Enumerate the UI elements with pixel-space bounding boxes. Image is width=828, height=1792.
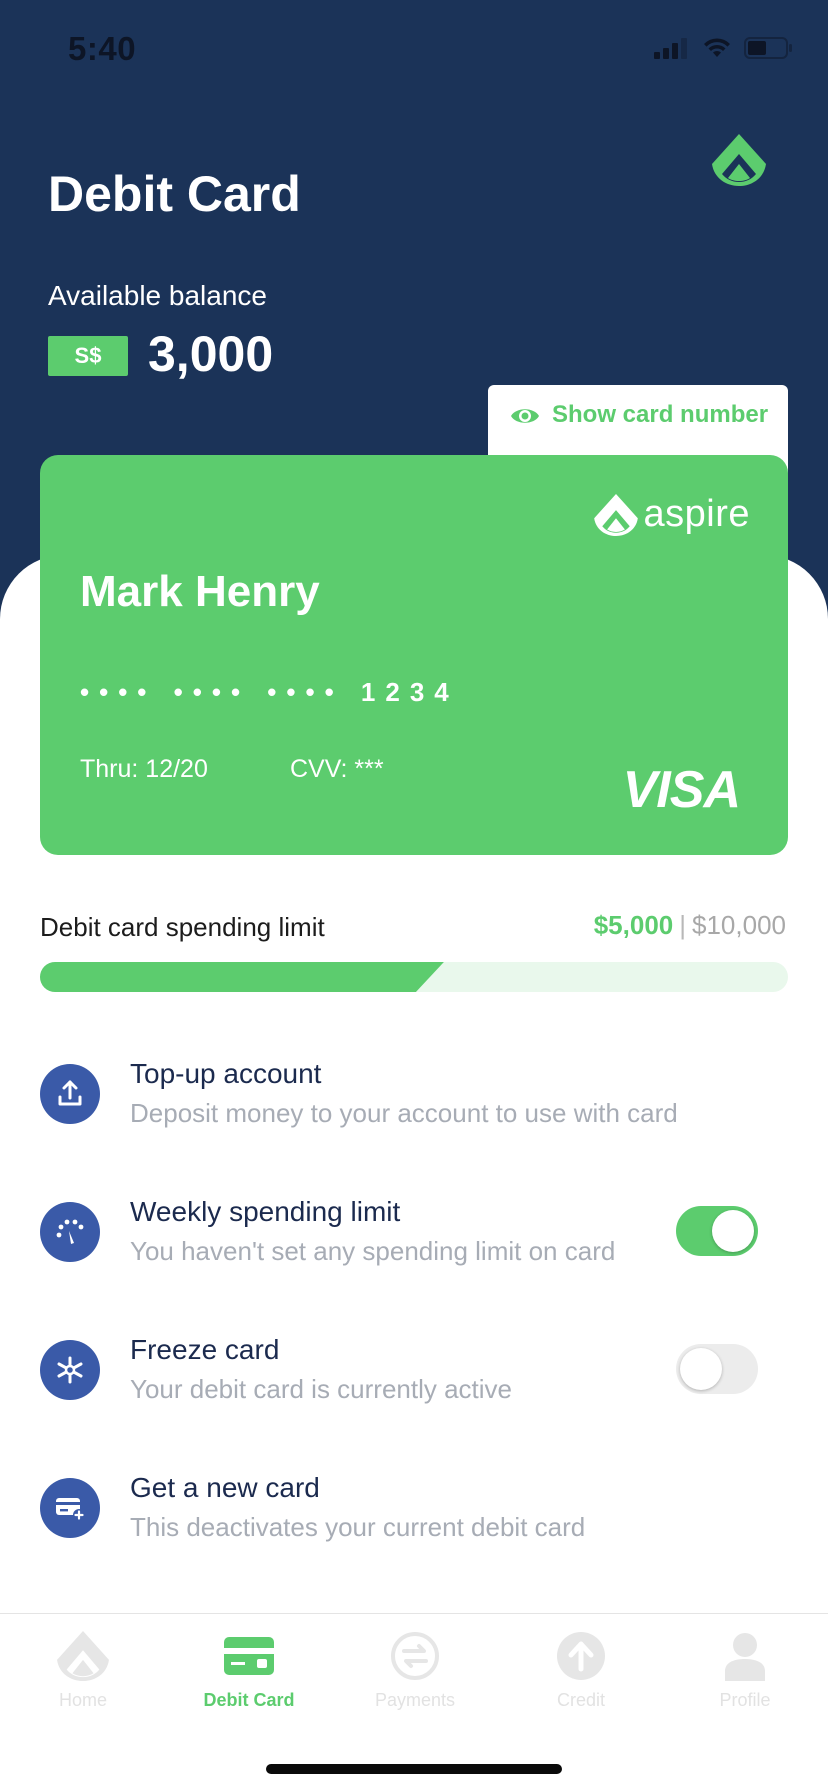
option-top-up-account[interactable]: Top-up account Deposit money to your acc… bbox=[40, 1058, 800, 1158]
tab-label: Debit Card bbox=[203, 1690, 295, 1710]
home-indicator bbox=[266, 1764, 562, 1774]
wifi-icon bbox=[704, 38, 730, 57]
cardholder-name: Mark Henry bbox=[80, 567, 320, 616]
aspire-logo-icon bbox=[593, 493, 638, 536]
signal-icon bbox=[654, 38, 687, 59]
tab-debit-card[interactable]: Debit Card bbox=[166, 1628, 332, 1711]
snowflake-icon bbox=[40, 1340, 100, 1400]
aspire-home-icon bbox=[55, 1628, 111, 1684]
option-title: Freeze card bbox=[130, 1334, 280, 1365]
tab-label: Payments bbox=[374, 1690, 456, 1710]
card-brand: aspire bbox=[593, 493, 751, 536]
upload-icon bbox=[40, 1064, 100, 1124]
status-time: 5:40 bbox=[68, 30, 137, 67]
option-freeze-card[interactable]: Freeze card Your debit card is currently… bbox=[40, 1334, 800, 1434]
card-expiry: Thru: 12/20 bbox=[80, 755, 208, 783]
option-title: Top-up account bbox=[130, 1058, 322, 1089]
spending-limit-total: $10,000 bbox=[692, 910, 786, 940]
status-icons bbox=[654, 36, 794, 60]
eye-icon bbox=[511, 409, 539, 423]
option-get-new-card[interactable]: Get a new card This deactivates your cur… bbox=[40, 1472, 800, 1572]
speedometer-icon bbox=[40, 1202, 100, 1262]
spending-limit-progress bbox=[40, 962, 788, 992]
spending-limit-values: $5,000 | $10,000 bbox=[594, 910, 786, 941]
weekly-limit-toggle[interactable] bbox=[676, 1206, 758, 1256]
spending-limit-separator: | bbox=[679, 910, 687, 940]
credit-icon bbox=[553, 1628, 609, 1684]
tab-credit[interactable]: Credit bbox=[498, 1628, 664, 1711]
tab-label: Credit bbox=[556, 1690, 605, 1710]
option-weekly-spending-limit[interactable]: Weekly spending limit You haven't set an… bbox=[40, 1196, 800, 1296]
option-subtitle: This deactivates your current debit card bbox=[130, 1512, 586, 1542]
aspire-logo-icon bbox=[712, 134, 766, 186]
page-title: Debit Card bbox=[48, 166, 301, 222]
tab-label: Home bbox=[58, 1690, 107, 1710]
option-title: Get a new card bbox=[130, 1472, 320, 1503]
freeze-card-toggle[interactable] bbox=[676, 1344, 758, 1394]
spending-limit-used: $5,000 bbox=[593, 910, 674, 940]
card-number: •••• •••• •••• 1234 bbox=[80, 677, 459, 707]
available-balance-label: Available balance bbox=[48, 280, 267, 311]
spending-limit-label: Debit card spending limit bbox=[40, 912, 325, 942]
balance-amount: 3,000 bbox=[148, 326, 274, 382]
debit-card[interactable]: aspire Mark Henry •••• •••• •••• 1234 Th… bbox=[40, 455, 788, 855]
tab-home[interactable]: Home bbox=[0, 1628, 166, 1711]
tab-label: Profile bbox=[719, 1690, 771, 1710]
tab-profile[interactable]: Profile bbox=[662, 1628, 828, 1711]
battery-icon bbox=[744, 37, 792, 59]
new-card-icon bbox=[40, 1478, 100, 1538]
spending-limit-progress-fill bbox=[40, 962, 444, 992]
debit-card-icon bbox=[221, 1628, 277, 1684]
card-brand-name: aspire bbox=[643, 493, 750, 535]
profile-icon bbox=[717, 1628, 773, 1684]
toggle-knob bbox=[680, 1348, 722, 1390]
payments-icon bbox=[387, 1628, 443, 1684]
option-title: Weekly spending limit bbox=[130, 1196, 401, 1227]
currency-badge: S$ bbox=[48, 336, 128, 376]
tab-payments[interactable]: Payments bbox=[332, 1628, 498, 1711]
card-cvv: CVV: *** bbox=[290, 755, 384, 783]
visa-logo: VISA bbox=[622, 761, 741, 819]
option-subtitle: You haven't set any spending limit on ca… bbox=[130, 1236, 616, 1266]
option-subtitle: Your debit card is currently active bbox=[130, 1374, 513, 1404]
option-subtitle: Deposit money to your account to use wit… bbox=[130, 1098, 678, 1128]
toggle-knob bbox=[712, 1210, 754, 1252]
show-card-number-label: Show card number bbox=[552, 401, 769, 428]
